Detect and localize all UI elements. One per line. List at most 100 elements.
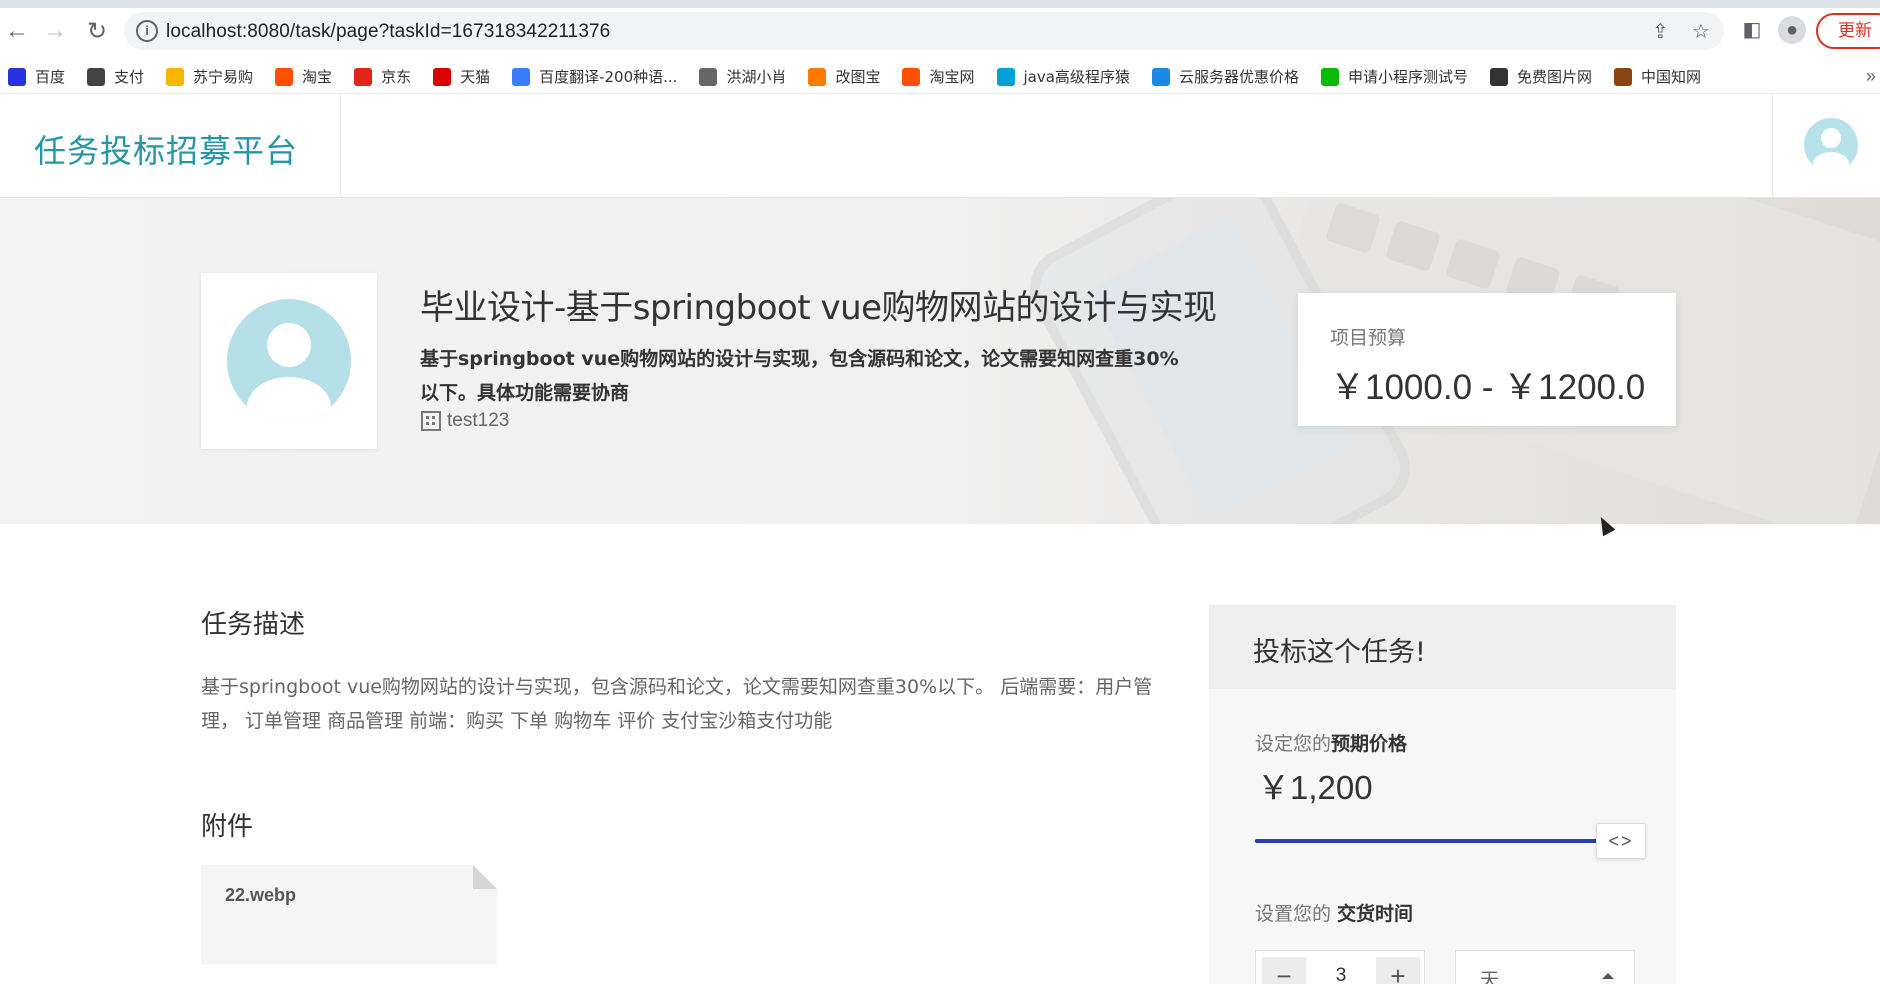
bookmark-label: 免费图片网	[1516, 68, 1592, 86]
forward-icon[interactable]: →	[38, 14, 72, 48]
bookmark-label: java高级程序猿	[1023, 68, 1130, 86]
bookmark-item[interactable]: 天猫	[433, 66, 490, 87]
bookmark-item[interactable]: 百度翻译-200种语...	[512, 66, 677, 87]
url-text[interactable]: localhost:8080/task/page?taskId=16731834…	[166, 21, 610, 43]
bookmark-favicon-icon	[512, 67, 531, 86]
description-heading: 任务描述	[201, 610, 306, 640]
delivery-label: 设置您的 交货时间	[1255, 899, 1413, 926]
bookmark-favicon-icon	[1613, 67, 1632, 86]
bookmark-item[interactable]: 中国知网	[1613, 66, 1701, 87]
file-corner-icon	[473, 865, 497, 889]
bookmark-item[interactable]: 申请小程序测试号	[1320, 66, 1468, 87]
side-panel-icon[interactable]: ◧	[1738, 16, 1766, 44]
bookmark-item[interactable]: 洪湖小肖	[699, 66, 786, 87]
decrement-button[interactable]: −	[1262, 957, 1306, 984]
share-icon[interactable]: ⇪	[1652, 19, 1669, 44]
bookmark-favicon-icon	[996, 67, 1015, 86]
task-company: test123	[421, 410, 509, 432]
budget-label: 项目预算	[1330, 327, 1407, 349]
bookmark-item[interactable]: java高级程序猿	[996, 66, 1130, 87]
bookmark-item[interactable]: 免费图片网	[1489, 66, 1592, 87]
bookmark-favicon-icon	[8, 67, 26, 86]
bookmark-label: 京东	[381, 68, 412, 86]
bookmark-label: 淘宝	[302, 68, 333, 86]
bookmark-item[interactable]: 改图宝	[808, 66, 880, 87]
bid-panel-header: 投标这个任务!	[1209, 605, 1676, 689]
bookmark-label: 申请小程序测试号	[1347, 68, 1468, 86]
bookmark-favicon-icon	[808, 67, 827, 86]
bookmark-item[interactable]: 苏宁易购	[166, 66, 253, 87]
bookmark-favicon-icon	[87, 67, 106, 86]
bookmark-label: 淘宝网	[929, 68, 975, 86]
bookmark-item[interactable]: 支付	[87, 66, 144, 87]
delivery-label-bold: 交货时间	[1337, 903, 1414, 925]
price-label: 设定您的预期价格	[1255, 729, 1407, 756]
site-logo[interactable]: 任务投标招募平台	[34, 126, 298, 172]
bookmark-favicon-icon	[275, 67, 294, 86]
bookmark-item[interactable]: 云服务器优惠价格	[1151, 66, 1299, 87]
header-divider	[340, 94, 341, 198]
price-slider-track[interactable]	[1255, 839, 1645, 843]
budget-card: 项目预算 ￥1000.0 - ￥1200.0	[1298, 293, 1676, 426]
chevron-up-icon	[1602, 973, 1614, 979]
user-avatar-icon	[1813, 128, 1849, 172]
bookmark-favicon-icon	[699, 67, 718, 86]
bookmark-favicon-icon	[354, 67, 373, 86]
tab-strip-edge	[0, 0, 296, 8]
bookmark-label: 改图宝	[835, 68, 881, 86]
site-header: 任务投标招募平台	[0, 94, 1880, 198]
bookmark-favicon-icon	[166, 67, 185, 86]
delivery-unit-value: 天	[1480, 969, 1500, 984]
task-logo	[201, 273, 377, 449]
attachments-heading: 附件	[201, 812, 254, 842]
delivery-label-prefix: 设置您的	[1255, 903, 1338, 925]
profile-icon[interactable]: ●	[1778, 16, 1806, 44]
price-value: ￥1,200	[1257, 769, 1373, 806]
attachment-name[interactable]: 22.webp	[225, 885, 296, 906]
reload-icon[interactable]: ↻	[80, 14, 114, 48]
bookmark-item[interactable]: 淘宝	[275, 66, 332, 87]
price-label-bold: 预期价格	[1331, 733, 1408, 755]
price-slider-handle[interactable]: <>	[1596, 823, 1646, 859]
bookmark-label: 天猫	[460, 68, 491, 86]
bookmark-item[interactable]: 京东	[354, 66, 411, 87]
task-avatar-icon	[227, 299, 351, 423]
delivery-quantity-input[interactable]: 3	[1320, 965, 1362, 984]
bookmarks-bar: 百度 支付 苏宁易购 淘宝 京东 天猫 百度翻译-200种语... 洪湖小肖 改图宝 淘宝网 jav…	[0, 60, 1880, 94]
bookmark-favicon-icon	[1489, 67, 1508, 86]
price-slider-fill	[1255, 839, 1645, 843]
back-icon[interactable]: ←	[0, 14, 34, 48]
bookmark-star-icon[interactable]: ☆	[1692, 19, 1710, 44]
bookmark-label: 中国知网	[1640, 68, 1701, 86]
budget-value: ￥1000.0 - ￥1200.0	[1330, 368, 1646, 407]
task-title: 毕业设计-基于springboot vue购物网站的设计与实现	[420, 288, 1217, 328]
bookmark-item[interactable]: 百度	[8, 66, 65, 87]
company-name: test123	[447, 410, 510, 431]
bookmark-label: 云服务器优惠价格	[1178, 68, 1299, 86]
bookmark-label: 百度	[35, 68, 66, 86]
price-label-prefix: 设定您的	[1255, 733, 1332, 755]
increment-button[interactable]: +	[1376, 957, 1420, 984]
address-bar[interactable]: i localhost:8080/task/page?taskId=167318…	[124, 12, 1724, 50]
update-button[interactable]: 更新	[1816, 13, 1880, 49]
user-avatar[interactable]	[1804, 118, 1858, 172]
bid-panel: 投标这个任务! 设定您的预期价格 ￥1,200 <> 设置您的 交货时间 − 3…	[1209, 605, 1676, 984]
bookmark-favicon-icon	[1151, 67, 1170, 86]
bookmarks-overflow-icon[interactable]: »	[1866, 66, 1876, 87]
bid-heading: 投标这个任务!	[1253, 637, 1426, 668]
task-summary: 基于springboot vue购物网站的设计与实现，包含源码和论文，论文需要知…	[420, 348, 1179, 404]
bookmark-label: 洪湖小肖	[726, 68, 787, 86]
bookmark-label: 百度翻译-200种语...	[539, 68, 678, 86]
bookmark-label: 苏宁易购	[193, 68, 254, 86]
header-divider	[1772, 94, 1773, 198]
description-text: 基于springboot vue购物网站的设计与实现，包含源码和论文，论文需要知…	[201, 676, 1153, 732]
site-info-icon[interactable]: i	[136, 20, 158, 42]
delivery-quantity-stepper: − 3 +	[1255, 950, 1425, 984]
attachment-file[interactable]: 22.webp	[201, 865, 497, 965]
bookmark-favicon-icon	[1320, 67, 1339, 86]
bookmark-label: 支付	[114, 68, 145, 86]
bookmark-favicon-icon	[433, 67, 452, 86]
bookmark-item[interactable]: 淘宝网	[902, 66, 975, 87]
delivery-unit-select[interactable]: 天	[1455, 950, 1635, 984]
building-icon	[421, 411, 441, 431]
